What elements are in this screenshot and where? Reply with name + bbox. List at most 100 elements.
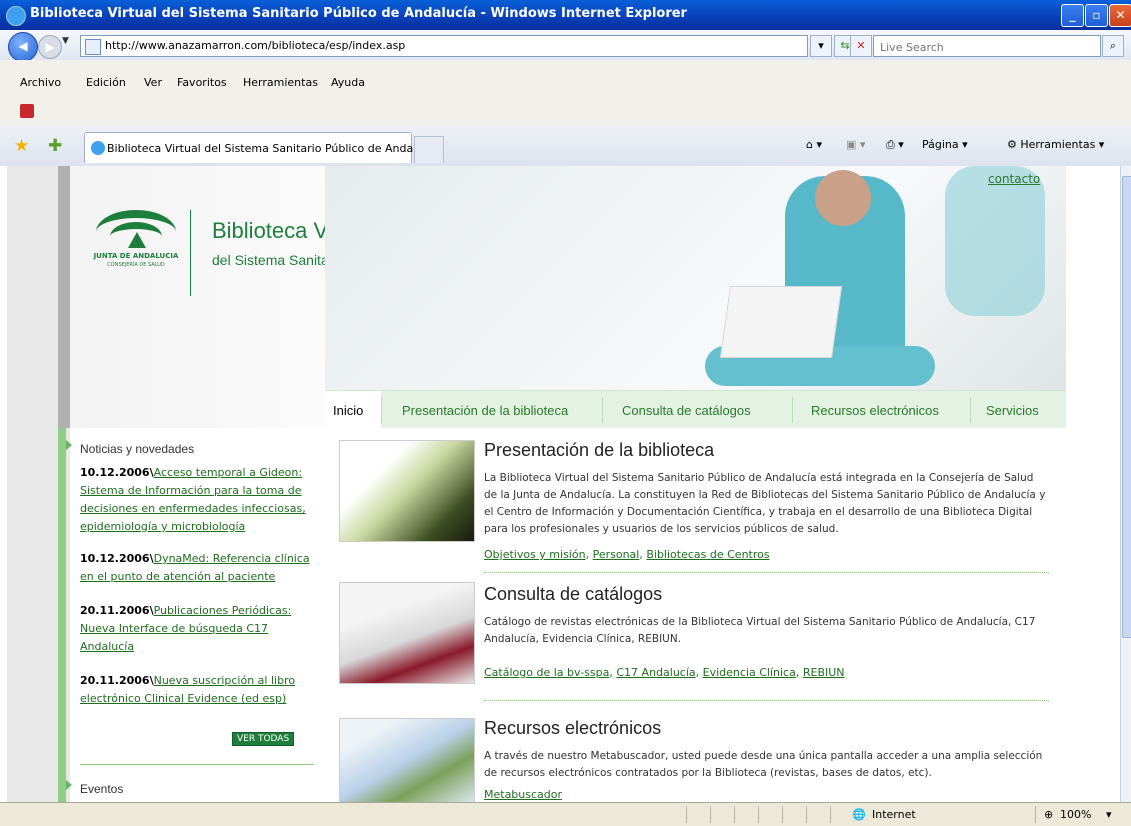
tab-ie-icon (91, 141, 105, 155)
nav-servicios[interactable]: Servicios (986, 403, 1039, 418)
scrollbar-thumb[interactable] (1122, 176, 1131, 638)
internet-zone-icon: 🌐 (852, 808, 866, 821)
search-box[interactable] (873, 35, 1101, 57)
url-field[interactable]: http://www.anazamarron.com/biblioteca/es… (80, 35, 808, 57)
events-arrow-icon (66, 780, 72, 790)
link-personal[interactable]: Personal (593, 548, 640, 561)
section-catalogos: Consulta de catálogos Catálogo de revist… (339, 582, 1049, 708)
address-bar: ◀ ▶ ▼ http://www.anazamarron.com/bibliot… (0, 30, 1131, 62)
junta-logo[interactable]: JUNTA DE ANDALUCIA CONSEJERÍA DE SALUD (86, 210, 186, 290)
window-title-bar[interactable]: Biblioteca Virtual del Sistema Sanitario… (0, 0, 1131, 30)
section-links: Metabuscador (484, 788, 562, 801)
link-metabuscador[interactable]: Metabuscador (484, 788, 562, 801)
section-links: Catálogo de la bv-sspa, C17 Andalucía, E… (484, 666, 845, 679)
news-item: 10.12.2006\Acceso temporal a Gideon: Sis… (80, 464, 316, 536)
tools-menu-button[interactable]: ⚙ Herramientas ▾ (1007, 138, 1104, 151)
news-date: 20.11.2006\ (80, 674, 154, 687)
gear-icon: ⚙ (1007, 138, 1017, 151)
news-date: 10.12.2006\ (80, 552, 154, 565)
events-title: Eventos (80, 782, 124, 796)
status-cell (782, 806, 783, 823)
logo-subtext: CONSEJERÍA DE SALUD (107, 262, 165, 268)
link-objetivos[interactable]: Objetivos y misión (484, 548, 586, 561)
home-icon[interactable]: ⌂ ▾ (806, 138, 822, 151)
main-column: Presentación de la biblioteca La Bibliot… (325, 428, 1066, 802)
news-item: 10.12.2006\DynaMed: Referencia clínica e… (80, 550, 316, 586)
tools-menu-label: Herramientas (1020, 138, 1096, 151)
page-icon (85, 39, 101, 55)
search-input[interactable] (878, 38, 1082, 56)
new-tab-button[interactable] (414, 136, 444, 163)
url-text: http://www.anazamarron.com/biblioteca/es… (105, 39, 406, 52)
feeds-icon[interactable]: ▣ ▾ (846, 138, 865, 151)
logo-triangle (128, 232, 146, 248)
favorites-star-icon[interactable]: ★ (14, 136, 29, 156)
url-dropdown-icon[interactable]: ▾ (810, 35, 832, 57)
left-divider (80, 764, 314, 765)
minimize-button[interactable]: _ (1061, 4, 1084, 27)
maximize-button[interactable]: ▫ (1085, 4, 1108, 27)
pdf-icon[interactable] (20, 104, 34, 118)
section-title[interactable]: Recursos electrónicos (484, 718, 661, 739)
link-rebiun[interactable]: REBIUN (803, 666, 845, 679)
nav-inicio[interactable]: Inicio (333, 403, 363, 418)
forward-button[interactable]: ▶ (38, 35, 62, 59)
section-title[interactable]: Consulta de catálogos (484, 584, 662, 605)
menu-archivo[interactable]: Archivo (20, 76, 61, 89)
link-bibliotecas-centros[interactable]: Bibliotecas de Centros (646, 548, 769, 561)
back-button[interactable]: ◀ (8, 32, 38, 62)
nav-separator (970, 397, 971, 423)
close-button[interactable]: ✕ (1109, 4, 1131, 27)
section-description: A través de nuestro Metabuscador, usted … (484, 750, 1043, 779)
history-dropdown-icon[interactable]: ▼ (62, 36, 69, 46)
search-icon[interactable]: ⌕ (1102, 35, 1124, 57)
menu-herramientas[interactable]: Herramientas (243, 76, 318, 89)
status-cell (686, 806, 687, 823)
menu-favoritos[interactable]: Favoritos (177, 76, 227, 89)
ver-todas-button[interactable]: VER TODAS (232, 732, 295, 746)
catalogos-thumbnail (339, 582, 475, 684)
nav-catalogos[interactable]: Consulta de catálogos (622, 403, 751, 418)
link-catalogo-bvsspa[interactable]: Catálogo de la bv-sspa (484, 666, 609, 679)
link-evidencia-clinica[interactable]: Evidencia Clínica (703, 666, 796, 679)
section-divider (484, 700, 1049, 701)
contact-link[interactable]: contacto (988, 172, 1066, 186)
print-icon[interactable]: ⎙ ▾ (886, 138, 904, 152)
news-item: 20.11.2006\Nueva suscripción al libro el… (80, 672, 316, 708)
zoom-level[interactable]: 100% (1060, 808, 1091, 821)
nav-recursos[interactable]: Recursos electrónicos (811, 403, 939, 418)
zoom-icon[interactable]: ⊕ (1044, 808, 1053, 821)
section-divider (484, 572, 1049, 573)
window-title: Biblioteca Virtual del Sistema Sanitario… (30, 6, 687, 21)
section-description: La Biblioteca Virtual del Sistema Sanita… (484, 472, 1046, 535)
stop-icon[interactable]: ✕ (850, 35, 872, 57)
recursos-thumbnail (339, 718, 475, 802)
menu-edicion[interactable]: Edición (86, 76, 126, 89)
page-menu-button[interactable]: Página ▾ (922, 138, 968, 151)
zoom-dropdown-icon[interactable]: ▾ (1106, 808, 1112, 821)
tab-bar: ★ ✚ Biblioteca Virtual del Sistema Sanit… (0, 126, 1131, 167)
menu-ver[interactable]: Ver (144, 76, 162, 89)
status-cell (758, 806, 759, 823)
status-cell (710, 806, 711, 823)
nav-separator (381, 397, 382, 423)
link-c17[interactable]: C17 Andalucía (616, 666, 695, 679)
tab-active[interactable]: Biblioteca Virtual del Sistema Sanitario… (84, 132, 424, 163)
section-description: Catálogo de revistas electrónicas de la … (484, 616, 1036, 645)
internet-zone: Internet (872, 808, 916, 821)
hero-photo (325, 166, 1066, 390)
nav-presentacion[interactable]: Presentación de la biblioteca (402, 403, 568, 418)
nav-separator (792, 397, 793, 423)
menu-ayuda[interactable]: Ayuda (331, 76, 365, 89)
section-links: Objetivos y misión, Personal, Biblioteca… (484, 548, 770, 561)
left-green-rail (58, 428, 66, 802)
page-menu-label: Página (922, 138, 959, 151)
add-favorite-icon[interactable]: ✚ (48, 136, 62, 156)
status-cell (806, 806, 807, 823)
photo-laptop (719, 286, 843, 358)
left-column: Noticias y novedades 10.12.2006\Acceso t… (70, 428, 325, 802)
status-cell (1035, 806, 1036, 823)
vertical-scrollbar[interactable] (1120, 166, 1131, 802)
section-title[interactable]: Presentación de la biblioteca (484, 440, 714, 461)
status-cell (830, 806, 831, 823)
